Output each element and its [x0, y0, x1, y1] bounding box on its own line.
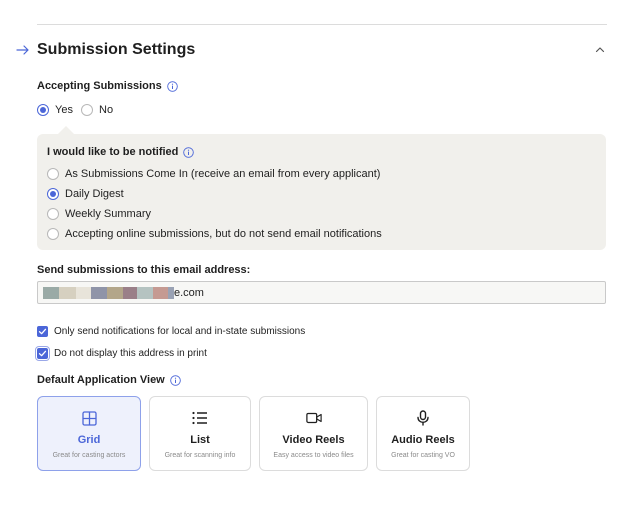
notify-option-label: Accepting online submissions, but do not…	[65, 228, 382, 240]
redaction-block	[43, 286, 59, 299]
radio-button[interactable]	[37, 104, 49, 116]
radio-button[interactable]	[47, 228, 59, 240]
view-card-subtitle: Easy access to video files	[273, 452, 354, 459]
redaction-block	[76, 286, 91, 299]
accepting-submissions-label-text: Accepting Submissions	[37, 80, 162, 92]
view-card-grid[interactable]: Grid Great for casting actors	[37, 396, 141, 471]
checkbox-label: Do not display this address in print	[54, 348, 207, 359]
view-card-subtitle: Great for casting actors	[52, 452, 126, 459]
notify-option-label: Daily Digest	[65, 188, 124, 200]
notify-option-label: Weekly Summary	[65, 208, 151, 220]
checkbox[interactable]	[37, 326, 48, 337]
check-icon	[38, 350, 47, 357]
view-card-video-reels[interactable]: Video Reels Easy access to video files	[259, 396, 368, 471]
list-icon	[192, 410, 208, 426]
default-view-label-text: Default Application View	[37, 374, 165, 386]
accepting-submissions-label: Accepting Submissions	[37, 80, 178, 92]
radio-yes[interactable]: Yes	[37, 104, 73, 116]
view-card-subtitle: Great for casting VO	[391, 452, 455, 459]
check-icon	[38, 328, 47, 335]
info-icon[interactable]	[169, 374, 181, 386]
video-icon	[305, 410, 322, 426]
checkbox-local-only[interactable]: Only send notifications for local and in…	[37, 326, 305, 337]
notify-option-no-email[interactable]: Accepting online submissions, but do not…	[47, 228, 382, 240]
email-label: Send submissions to this email address:	[37, 264, 250, 276]
radio-yes-label: Yes	[55, 104, 73, 116]
radio-button[interactable]	[47, 188, 59, 200]
redaction-block	[123, 286, 137, 299]
notify-option-as-they-come[interactable]: As Submissions Come In (receive an email…	[47, 168, 380, 180]
email-field[interactable]: e.com	[37, 281, 606, 304]
microphone-icon	[415, 410, 431, 426]
radio-button[interactable]	[81, 104, 93, 116]
notify-option-weekly-summary[interactable]: Weekly Summary	[47, 208, 151, 220]
checkbox-hide-in-print[interactable]: Do not display this address in print	[35, 346, 207, 361]
redaction-block	[59, 286, 76, 299]
checkbox-label: Only send notifications for local and in…	[54, 326, 306, 337]
radio-button[interactable]	[47, 168, 59, 180]
grid-icon	[81, 410, 97, 426]
redaction-block	[153, 286, 168, 299]
chevron-up-icon[interactable]	[594, 43, 606, 55]
section-title: Submission Settings	[37, 41, 196, 58]
redaction-block	[91, 286, 107, 299]
top-divider	[37, 24, 607, 25]
email-value: e.com	[174, 286, 204, 299]
radio-no[interactable]: No	[81, 104, 113, 116]
notify-label-text: I would like to be notified	[47, 146, 179, 158]
view-card-title: Video Reels	[282, 434, 345, 446]
view-card-title: Grid	[77, 434, 101, 446]
arrow-right-icon	[16, 43, 30, 57]
email-label-text: Send submissions to this email address:	[37, 264, 251, 276]
panel-pointer	[58, 126, 74, 134]
view-card-subtitle: Great for scanning info	[164, 452, 236, 459]
redaction-block	[137, 286, 153, 299]
view-card-title: Audio Reels	[391, 434, 455, 446]
info-icon[interactable]	[183, 146, 195, 158]
default-view-label: Default Application View	[37, 374, 181, 386]
checkbox[interactable]	[35, 346, 50, 361]
radio-no-label: No	[99, 104, 114, 116]
notify-label: I would like to be notified	[47, 146, 195, 158]
section-header[interactable]: Submission Settings	[16, 38, 608, 62]
redaction-block	[107, 286, 123, 299]
view-card-title: List	[190, 434, 210, 446]
notify-option-label: As Submissions Come In (receive an email…	[65, 168, 381, 180]
info-icon[interactable]	[166, 80, 178, 92]
radio-button[interactable]	[47, 208, 59, 220]
view-card-audio-reels[interactable]: Audio Reels Great for casting VO	[376, 396, 470, 471]
view-card-list[interactable]: List Great for scanning info	[149, 396, 251, 471]
notify-option-daily-digest[interactable]: Daily Digest	[47, 188, 124, 200]
